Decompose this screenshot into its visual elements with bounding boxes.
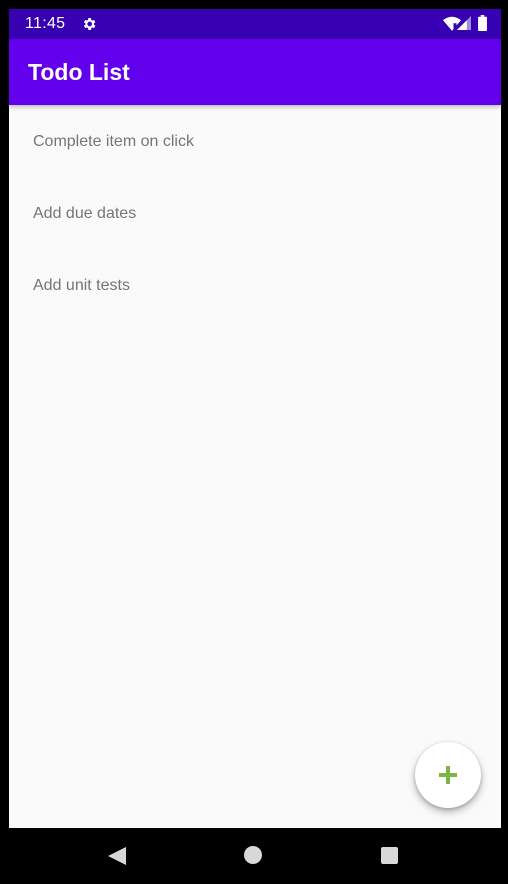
list-item[interactable]: Add unit tests bbox=[9, 249, 501, 321]
page-title: Todo List bbox=[28, 59, 130, 85]
add-todo-button[interactable] bbox=[415, 742, 481, 808]
list-item-label: Add unit tests bbox=[33, 277, 130, 294]
list-item[interactable]: Add due dates bbox=[9, 177, 501, 249]
app-bar: Todo List bbox=[9, 39, 501, 105]
recents-icon[interactable] bbox=[381, 847, 398, 864]
list-item[interactable]: Complete item on click bbox=[9, 105, 501, 177]
signal-icon bbox=[457, 16, 471, 30]
navigation-bar bbox=[0, 828, 508, 884]
device-screen: 11:45 Todo List Complete item on click A… bbox=[9, 9, 501, 884]
status-time: 11:45 bbox=[25, 15, 66, 32]
back-icon[interactable] bbox=[108, 847, 126, 865]
gear-icon bbox=[83, 18, 96, 30]
list-item-label: Add due dates bbox=[33, 205, 137, 222]
list-item-label: Complete item on click bbox=[33, 133, 194, 150]
battery-icon bbox=[478, 15, 487, 31]
plus-icon bbox=[439, 766, 457, 784]
status-bar: 11:45 bbox=[9, 9, 501, 39]
todo-list: Complete item on click Add due dates Add… bbox=[9, 105, 501, 321]
home-icon[interactable] bbox=[244, 846, 262, 864]
